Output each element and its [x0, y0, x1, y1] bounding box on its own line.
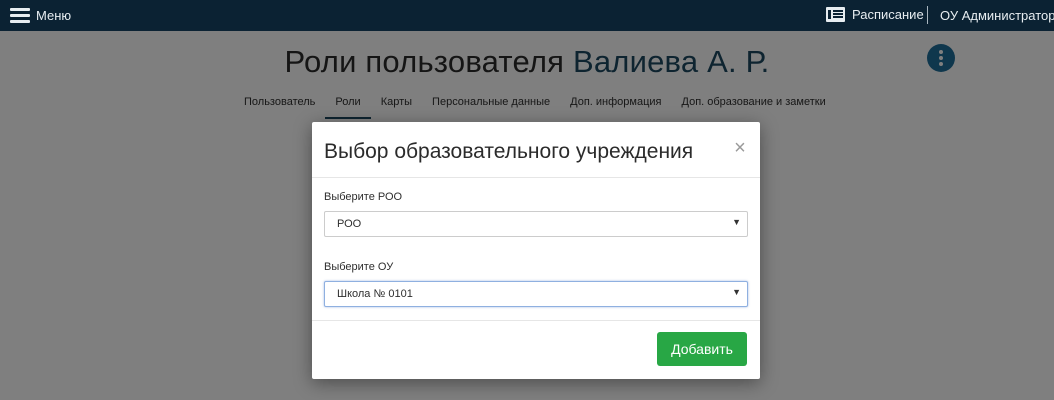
ou-select[interactable]: Школа № 0101 ▼	[324, 281, 748, 307]
add-button[interactable]: Добавить	[657, 332, 747, 366]
modal-header: Выбор образовательного учреждения ×	[312, 122, 760, 178]
chevron-down-icon: ▼	[732, 287, 741, 297]
top-navbar: Меню Расписание ОУ Администратор	[0, 0, 1054, 31]
schedule-icon	[826, 7, 845, 22]
select-institution-modal: Выбор образовательного учреждения × Выбе…	[312, 122, 760, 379]
navbar-divider	[927, 6, 928, 24]
roo-select[interactable]: РОО ▼	[324, 211, 748, 237]
hamburger-icon	[10, 8, 30, 23]
user-role-menu[interactable]: ОУ Администратор	[940, 8, 1054, 23]
roo-select-value: РОО	[337, 218, 362, 230]
ou-select-value: Школа № 0101	[337, 288, 413, 300]
chevron-down-icon: ▼	[732, 217, 741, 227]
schedule-link[interactable]: Расписание	[826, 7, 924, 22]
close-icon[interactable]: ×	[732, 138, 748, 158]
menu-button[interactable]: Меню	[10, 5, 71, 26]
menu-label: Меню	[36, 8, 72, 23]
modal-title: Выбор образовательного учреждения	[324, 140, 694, 163]
ou-label: Выберите ОУ	[324, 261, 394, 273]
modal-footer-divider	[312, 320, 760, 321]
schedule-label: Расписание	[852, 7, 924, 22]
roo-label: Выберите РОО	[324, 191, 403, 203]
